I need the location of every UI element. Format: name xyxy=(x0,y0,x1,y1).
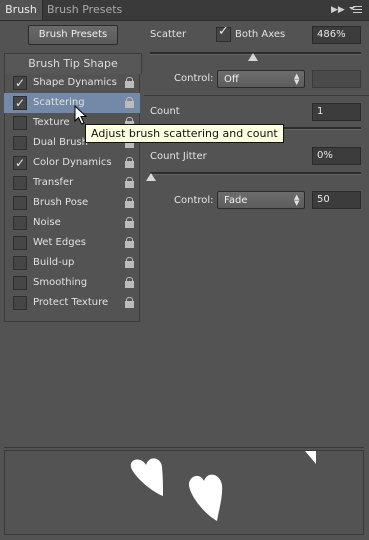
brush-setting-transfer[interactable]: Transfer xyxy=(4,173,140,193)
setting-checkbox[interactable] xyxy=(13,236,27,250)
scatter-control-select[interactable]: Off ▲ ▼ xyxy=(217,70,305,88)
tooltip: Adjust brush scattering and count xyxy=(85,124,284,143)
scatter-control-label: Control: xyxy=(174,73,214,84)
setting-checkbox[interactable] xyxy=(13,153,27,173)
lock-icon[interactable] xyxy=(125,197,134,208)
select-arrows-icon: ▲ ▼ xyxy=(294,193,300,207)
count-value-field[interactable]: 1 xyxy=(312,103,361,121)
lock-icon[interactable] xyxy=(125,177,134,188)
setting-label: Noise xyxy=(33,217,61,228)
setting-label: Texture xyxy=(33,117,70,128)
setting-label: Protect Texture xyxy=(33,297,109,308)
setting-checkbox[interactable] xyxy=(13,73,27,93)
setting-label: Brush Pose xyxy=(33,197,89,208)
panel-tab-bar: Brush Brush Presets ▶▶ xyxy=(0,0,369,21)
count-jitter-slider-track[interactable] xyxy=(150,172,361,175)
brush-setting-color-dynamics[interactable]: Color Dynamics xyxy=(4,153,140,173)
scatter-control-extra-field xyxy=(312,70,361,88)
count-jitter-value-field[interactable]: 0% xyxy=(312,147,361,165)
both-axes-label: Both Axes xyxy=(235,29,286,40)
scatter-label: Scatter xyxy=(150,29,187,40)
lock-icon[interactable] xyxy=(125,277,134,288)
setting-label: Wet Edges xyxy=(33,237,86,248)
mouse-cursor-icon xyxy=(74,105,88,125)
setting-checkbox[interactable] xyxy=(13,296,27,310)
lock-icon[interactable] xyxy=(125,157,134,168)
count-jitter-control-label: Control: xyxy=(174,195,214,206)
setting-checkbox[interactable] xyxy=(13,276,27,290)
setting-label: Color Dynamics xyxy=(33,157,112,168)
brush-stroke-preview xyxy=(4,450,364,535)
lock-icon[interactable] xyxy=(125,257,134,268)
lock-icon[interactable] xyxy=(125,297,134,308)
section-divider xyxy=(144,95,369,96)
count-label: Count xyxy=(150,106,180,117)
lock-icon[interactable] xyxy=(125,97,134,108)
setting-checkbox[interactable] xyxy=(13,196,27,210)
setting-label: Build-up xyxy=(33,257,75,268)
setting-checkbox[interactable] xyxy=(13,216,27,230)
select-arrows-icon: ▲ ▼ xyxy=(294,72,300,86)
setting-checkbox[interactable] xyxy=(13,116,27,130)
count-jitter-control-select[interactable]: Fade ▲ ▼ xyxy=(217,191,305,209)
panel-menu-icon[interactable] xyxy=(349,4,363,16)
setting-label: Dual Brush xyxy=(33,137,88,148)
brush-setting-build-up[interactable]: Build-up xyxy=(4,253,140,273)
tab-brush-presets[interactable]: Brush Presets xyxy=(47,0,122,20)
brush-setting-wet-edges[interactable]: Wet Edges xyxy=(4,233,140,253)
setting-label: Shape Dynamics xyxy=(33,77,117,88)
preview-divider xyxy=(4,447,364,448)
scatter-value-field[interactable]: 486% xyxy=(312,26,361,44)
brush-setting-scattering[interactable]: Scattering xyxy=(4,93,140,113)
brush-setting-shape-dynamics[interactable]: Shape Dynamics xyxy=(4,73,140,93)
count-jitter-label: Count Jitter xyxy=(150,151,207,162)
brush-stroke-shapes xyxy=(130,451,316,521)
lock-icon[interactable] xyxy=(125,77,134,88)
brush-tip-shape-item[interactable]: Brush Tip Shape xyxy=(4,53,142,74)
collapse-icon[interactable]: ▶▶ xyxy=(331,4,345,16)
scatter-slider-thumb[interactable] xyxy=(248,53,258,61)
both-axes-checkbox[interactable]: ✓ xyxy=(216,24,231,42)
tab-brush[interactable]: Brush xyxy=(0,0,43,20)
brush-setting-noise[interactable]: Noise xyxy=(4,213,140,233)
count-jitter-control-value: Fade xyxy=(224,195,248,206)
setting-checkbox[interactable] xyxy=(13,256,27,270)
count-jitter-slider-thumb[interactable] xyxy=(146,173,156,181)
setting-label: Transfer xyxy=(33,177,74,188)
fade-steps-field[interactable]: 50 xyxy=(312,191,361,209)
setting-checkbox[interactable] xyxy=(13,93,27,113)
setting-checkbox[interactable] xyxy=(13,136,27,150)
brush-presets-button[interactable]: Brush Presets xyxy=(28,25,118,45)
brush-setting-smoothing[interactable]: Smoothing xyxy=(4,273,140,293)
setting-checkbox[interactable] xyxy=(13,176,27,190)
lock-icon[interactable] xyxy=(125,217,134,228)
lock-icon[interactable] xyxy=(125,237,134,248)
brush-setting-brush-pose[interactable]: Brush Pose xyxy=(4,193,140,213)
scatter-control-value: Off xyxy=(224,74,239,85)
brush-settings-list: Shape Dynamics Scattering Texture Dual Brus… xyxy=(4,73,140,313)
brush-setting-protect-texture[interactable]: Protect Texture xyxy=(4,293,140,313)
setting-label: Smoothing xyxy=(33,277,88,288)
